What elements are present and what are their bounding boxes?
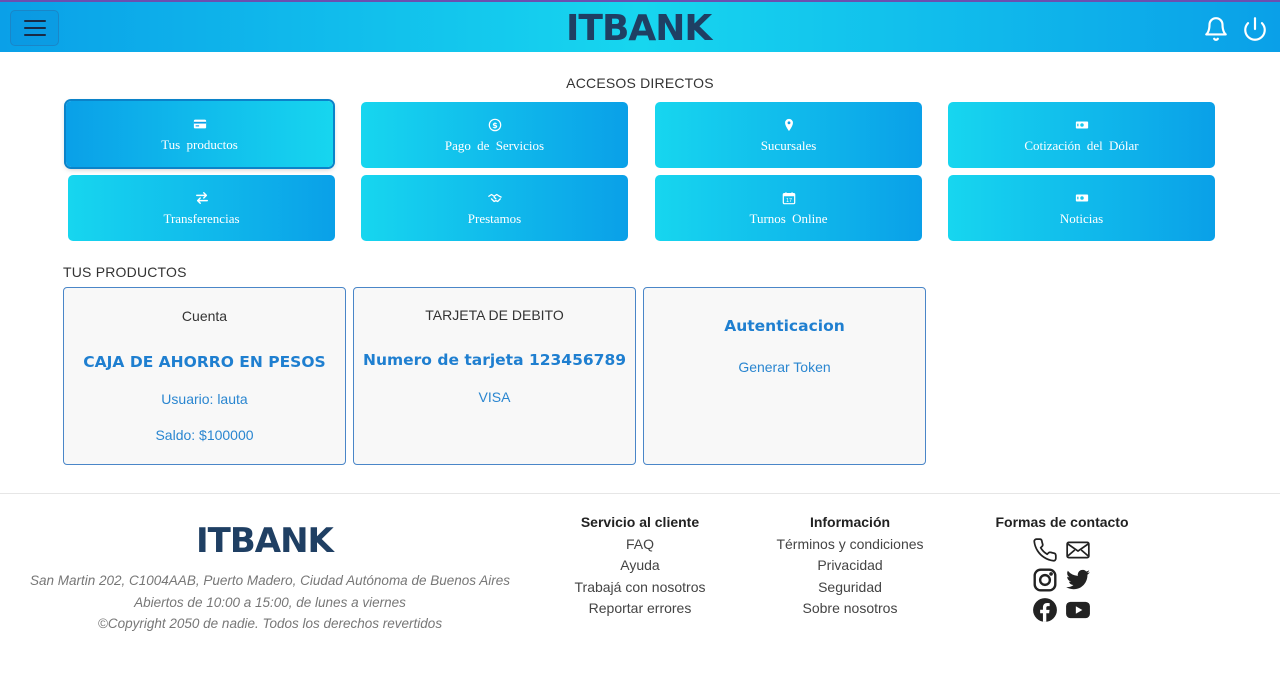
- footer-address: San Martin 202, C1004AAB, Puerto Madero,…: [29, 573, 511, 588]
- shortcut-prestamos[interactable]: Prestamos: [361, 175, 628, 241]
- cash-icon: [1075, 194, 1088, 201]
- footer-informacion-title: Información: [809, 514, 891, 530]
- handshake-icon: [487, 193, 502, 202]
- shortcut-label: Turnos Online: [749, 210, 828, 226]
- footer-link-reportar[interactable]: Reportar errores: [560, 598, 720, 619]
- shortcut-label: Transferencias: [163, 210, 240, 226]
- bell-icon[interactable]: [1203, 16, 1229, 42]
- footer-brand-logo: ITBANK: [196, 521, 334, 561]
- shortcut-label: Sucursales: [760, 137, 817, 153]
- calendar-icon: 17: [782, 191, 795, 204]
- shortcut-label: Tus productos: [161, 136, 238, 152]
- map-pin-icon: [784, 118, 793, 131]
- top-navbar: ITBANK: [0, 0, 1280, 52]
- footer-divider: [0, 493, 1280, 494]
- shortcut-sucursales[interactable]: Sucursales: [655, 102, 922, 168]
- transfer-arrows-icon: [195, 191, 208, 204]
- footer-informacion: Información Términos y condiciones Priva…: [760, 514, 940, 619]
- hamburger-menu-button[interactable]: [10, 10, 59, 46]
- cash-icon: [1075, 121, 1088, 128]
- account-balance: Saldo: $100000: [155, 427, 254, 443]
- shortcut-label: Cotización del Dólar: [1024, 137, 1139, 153]
- footer-contacto-title: Formas de contacto: [995, 514, 1129, 530]
- shortcut-label: Prestamos: [467, 210, 522, 226]
- generate-token-link[interactable]: Generar Token: [644, 359, 925, 375]
- shortcut-noticias[interactable]: Noticias: [948, 175, 1215, 241]
- footer-link-seguridad[interactable]: Seguridad: [760, 577, 940, 598]
- shortcut-label: Pago de Servicios: [444, 137, 545, 153]
- tus-productos-title: TUS PRODUCTOS: [63, 264, 187, 280]
- credit-card-icon: [193, 119, 206, 128]
- dollar-circle-icon: $: [488, 118, 501, 131]
- instagram-icon[interactable]: [1032, 567, 1058, 593]
- account-card: Cuenta CAJA DE AHORRO EN PESOS Usuario: …: [63, 287, 346, 465]
- shortcut-label: Noticias: [1059, 210, 1104, 226]
- footer-link-trabaja[interactable]: Trabajá con nosotros: [560, 577, 720, 598]
- footer-copyright: ©Copyright 2050 de nadie. Todos los dere…: [97, 616, 443, 631]
- footer-hours: Abiertos de 10:00 a 15:00, de lunes a vi…: [134, 595, 406, 610]
- hamburger-menu-icon: [23, 20, 46, 22]
- shortcut-cotizacion-dolar[interactable]: Cotización del Dólar: [948, 102, 1215, 168]
- debit-card-card: TARJETA DE DEBITO Numero de tarjeta 1234…: [353, 287, 636, 465]
- footer-link-ayuda[interactable]: Ayuda: [560, 555, 720, 576]
- debit-card-brand: VISA: [478, 389, 511, 405]
- shortcut-turnos-online[interactable]: 17 Turnos Online: [655, 175, 922, 241]
- debit-card-heading: TARJETA DE DEBITO: [425, 307, 564, 323]
- power-icon[interactable]: [1242, 16, 1268, 42]
- phone-icon[interactable]: [1032, 537, 1058, 563]
- shortcut-transferencias[interactable]: Transferencias: [68, 175, 335, 241]
- brand-logo[interactable]: ITBANK: [566, 10, 718, 48]
- footer-contacto: Formas de contacto: [982, 514, 1142, 534]
- authentication-heading: Autenticacion: [724, 317, 845, 335]
- account-user: Usuario: lauta: [161, 391, 248, 407]
- accesos-directos-title: ACCESOS DIRECTOS: [566, 75, 714, 91]
- footer-link-privacidad[interactable]: Privacidad: [760, 555, 940, 576]
- account-type: CAJA DE AHORRO EN PESOS: [83, 353, 326, 371]
- shortcut-pago-servicios[interactable]: $ Pago de Servicios: [361, 102, 628, 168]
- facebook-icon[interactable]: [1032, 597, 1058, 623]
- shortcut-tus-productos[interactable]: Tus productos: [66, 101, 333, 167]
- debit-card-number: Numero de tarjeta 123456789: [362, 351, 627, 369]
- footer-link-terminos[interactable]: Términos y condiciones: [760, 534, 940, 555]
- footer-link-sobre-nosotros[interactable]: Sobre nosotros: [760, 598, 940, 619]
- footer-servicio-cliente: Servicio al cliente FAQ Ayuda Trabajá co…: [560, 514, 720, 619]
- svg-text:17: 17: [785, 198, 791, 204]
- mail-icon[interactable]: [1065, 537, 1091, 563]
- footer-servicio-title: Servicio al cliente: [580, 514, 700, 530]
- svg-text:$: $: [492, 121, 497, 130]
- authentication-card: Autenticacion Generar Token: [643, 287, 926, 465]
- account-card-heading: Cuenta: [181, 308, 228, 324]
- twitter-icon[interactable]: [1065, 567, 1091, 593]
- youtube-icon[interactable]: [1065, 597, 1091, 623]
- footer-link-faq[interactable]: FAQ: [560, 534, 720, 555]
